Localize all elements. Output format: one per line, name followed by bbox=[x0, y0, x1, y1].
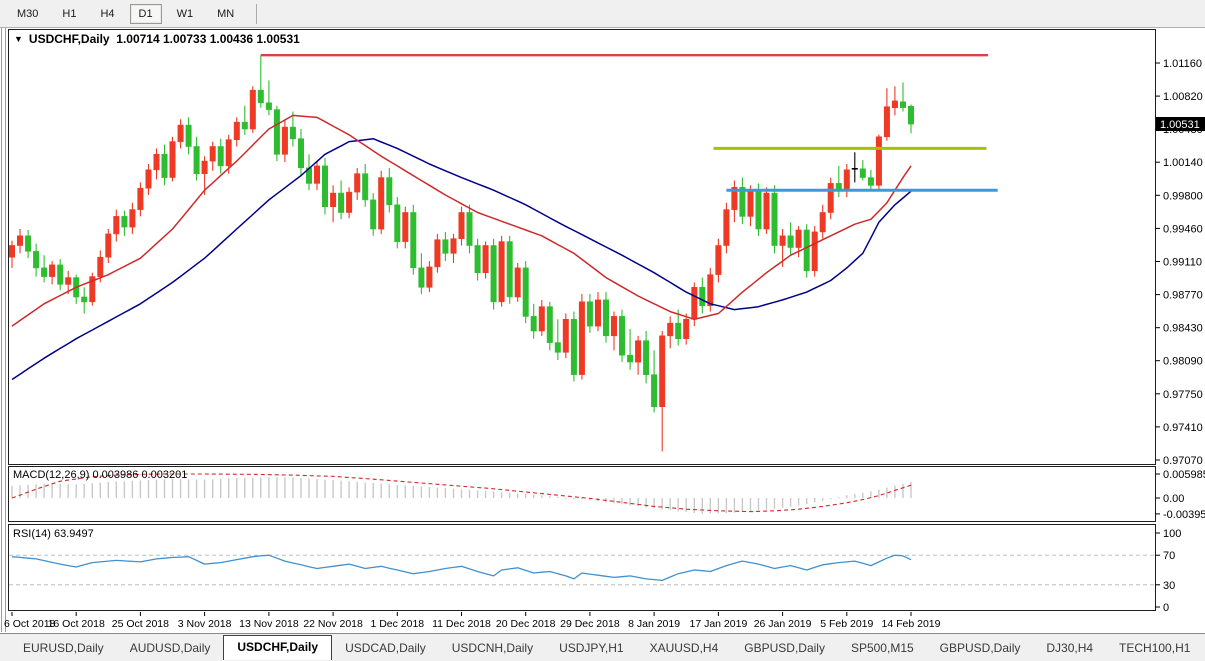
svg-text:0.97410: 0.97410 bbox=[1163, 422, 1203, 434]
chart-title: ▼ USDCHF,Daily 1.00714 1.00733 1.00436 1.… bbox=[14, 32, 300, 46]
svg-text:-0.003954: -0.003954 bbox=[1163, 509, 1205, 521]
timeframe-button-mn[interactable]: MN bbox=[208, 4, 243, 24]
tab-eurusd-daily[interactable]: EURUSD,Daily bbox=[10, 637, 117, 659]
rsi-indicator-label: RSI(14) 63.9497 bbox=[13, 528, 94, 540]
timeframe-button-h1[interactable]: H1 bbox=[53, 4, 85, 24]
tab-tech100-h1[interactable]: TECH100,H1 bbox=[1106, 637, 1203, 659]
rsi-name: RSI(14) bbox=[13, 528, 51, 540]
timeframe-button-d1[interactable]: D1 bbox=[130, 4, 162, 24]
svg-text:0: 0 bbox=[1163, 602, 1169, 614]
timeframe-button-m30[interactable]: M30 bbox=[8, 4, 47, 24]
tab-gbpusd-daily[interactable]: GBPUSD,Daily bbox=[927, 637, 1034, 659]
svg-text:0.99460: 0.99460 bbox=[1163, 223, 1203, 235]
symbol-tab-bar: EURUSD,DailyAUDUSD,DailyUSDCHF,DailyUSDC… bbox=[0, 633, 1205, 661]
timeframe-button-h4[interactable]: H4 bbox=[91, 4, 123, 24]
svg-text:0.99800: 0.99800 bbox=[1163, 190, 1203, 202]
svg-text:8 Jan 2019: 8 Jan 2019 bbox=[628, 618, 680, 630]
svg-text:29 Dec 2018: 29 Dec 2018 bbox=[560, 618, 620, 630]
svg-text:1.00820: 1.00820 bbox=[1163, 91, 1203, 103]
svg-text:70: 70 bbox=[1163, 550, 1175, 562]
rsi-panel bbox=[9, 525, 1156, 611]
svg-text:0.99110: 0.99110 bbox=[1163, 257, 1202, 269]
timeframe-button-w1[interactable]: W1 bbox=[168, 4, 203, 24]
price-panel bbox=[9, 30, 1156, 465]
date-axis: 6 Oct 201816 Oct 201825 Oct 20183 Nov 20… bbox=[4, 612, 941, 630]
tab-audusd-daily[interactable]: AUDUSD,Daily bbox=[117, 637, 224, 659]
svg-text:0.98430: 0.98430 bbox=[1163, 323, 1203, 335]
svg-text:14 Feb 2019: 14 Feb 2019 bbox=[882, 618, 941, 630]
macd-axis: 0.005985 0.00 -0.003954 bbox=[1155, 469, 1205, 521]
tab-gbpusd-daily[interactable]: GBPUSD,Daily bbox=[731, 637, 838, 659]
svg-text:0.98090: 0.98090 bbox=[1163, 356, 1203, 368]
rsi-value: 63.9497 bbox=[54, 528, 94, 540]
macd-main-value: 0.003986 bbox=[92, 469, 138, 481]
macd-name: MACD(12,26,9) bbox=[13, 469, 89, 481]
svg-text:1.01160: 1.01160 bbox=[1163, 58, 1202, 70]
svg-text:11 Dec 2018: 11 Dec 2018 bbox=[432, 618, 491, 630]
tab-dj30-h4[interactable]: DJ30,H4 bbox=[1033, 637, 1106, 659]
svg-text:1.00140: 1.00140 bbox=[1163, 157, 1203, 169]
tab-usdcad-daily[interactable]: USDCAD,Daily bbox=[332, 637, 439, 659]
tab-xauusd-h4[interactable]: XAUUSD,H4 bbox=[637, 637, 732, 659]
svg-text:0.97070: 0.97070 bbox=[1163, 455, 1203, 467]
svg-text:26 Jan 2019: 26 Jan 2019 bbox=[754, 618, 812, 630]
macd-signal-value: 0.003201 bbox=[141, 469, 187, 481]
timeframe-toolbar: M30 H1 H4 D1 W1MN bbox=[0, 0, 1205, 28]
tab-usdchf-daily[interactable]: USDCHF,Daily bbox=[223, 635, 332, 660]
current-price-value: 1.00531 bbox=[1160, 119, 1200, 131]
svg-text:16 Oct 2018: 16 Oct 2018 bbox=[48, 618, 105, 630]
symbol-period-label: USDCHF,Daily bbox=[29, 32, 110, 46]
tab-usdcnh-daily[interactable]: USDCNH,Daily bbox=[439, 637, 546, 659]
svg-text:0.00: 0.00 bbox=[1163, 493, 1184, 505]
svg-text:30: 30 bbox=[1163, 580, 1175, 592]
tab-usdjpy-h1[interactable]: USDJPY,H1 bbox=[546, 637, 636, 659]
svg-text:100: 100 bbox=[1163, 528, 1181, 540]
rsi-axis: 100 70 30 0 bbox=[1155, 528, 1181, 614]
svg-text:1 Dec 2018: 1 Dec 2018 bbox=[370, 618, 424, 630]
svg-text:0.97750: 0.97750 bbox=[1163, 389, 1203, 401]
macd-indicator-label: MACD(12,26,9) 0.003986 0.003201 bbox=[13, 469, 187, 481]
svg-text:0.98770: 0.98770 bbox=[1163, 290, 1203, 302]
svg-text:13 Nov 2018: 13 Nov 2018 bbox=[239, 618, 299, 630]
toolbar-separator bbox=[256, 4, 257, 24]
svg-text:22 Nov 2018: 22 Nov 2018 bbox=[303, 618, 363, 630]
svg-text:0.005985: 0.005985 bbox=[1163, 469, 1205, 481]
tab-sp500-m15[interactable]: SP500,M15 bbox=[838, 637, 927, 659]
svg-text:25 Oct 2018: 25 Oct 2018 bbox=[112, 618, 169, 630]
svg-text:20 Dec 2018: 20 Dec 2018 bbox=[496, 618, 556, 630]
trading-platform-window: 1.011601.008201.004801.001400.998000.994… bbox=[0, 0, 1205, 661]
chart-canvas[interactable]: 1.011601.008201.004801.001400.998000.994… bbox=[0, 0, 1205, 661]
ohlc-values: 1.00714 1.00733 1.00436 1.00531 bbox=[116, 32, 300, 46]
svg-text:3 Nov 2018: 3 Nov 2018 bbox=[178, 618, 232, 630]
chart-dropdown-icon[interactable]: ▼ bbox=[14, 34, 23, 44]
svg-text:17 Jan 2019: 17 Jan 2019 bbox=[689, 618, 747, 630]
svg-text:5 Feb 2019: 5 Feb 2019 bbox=[820, 618, 873, 630]
